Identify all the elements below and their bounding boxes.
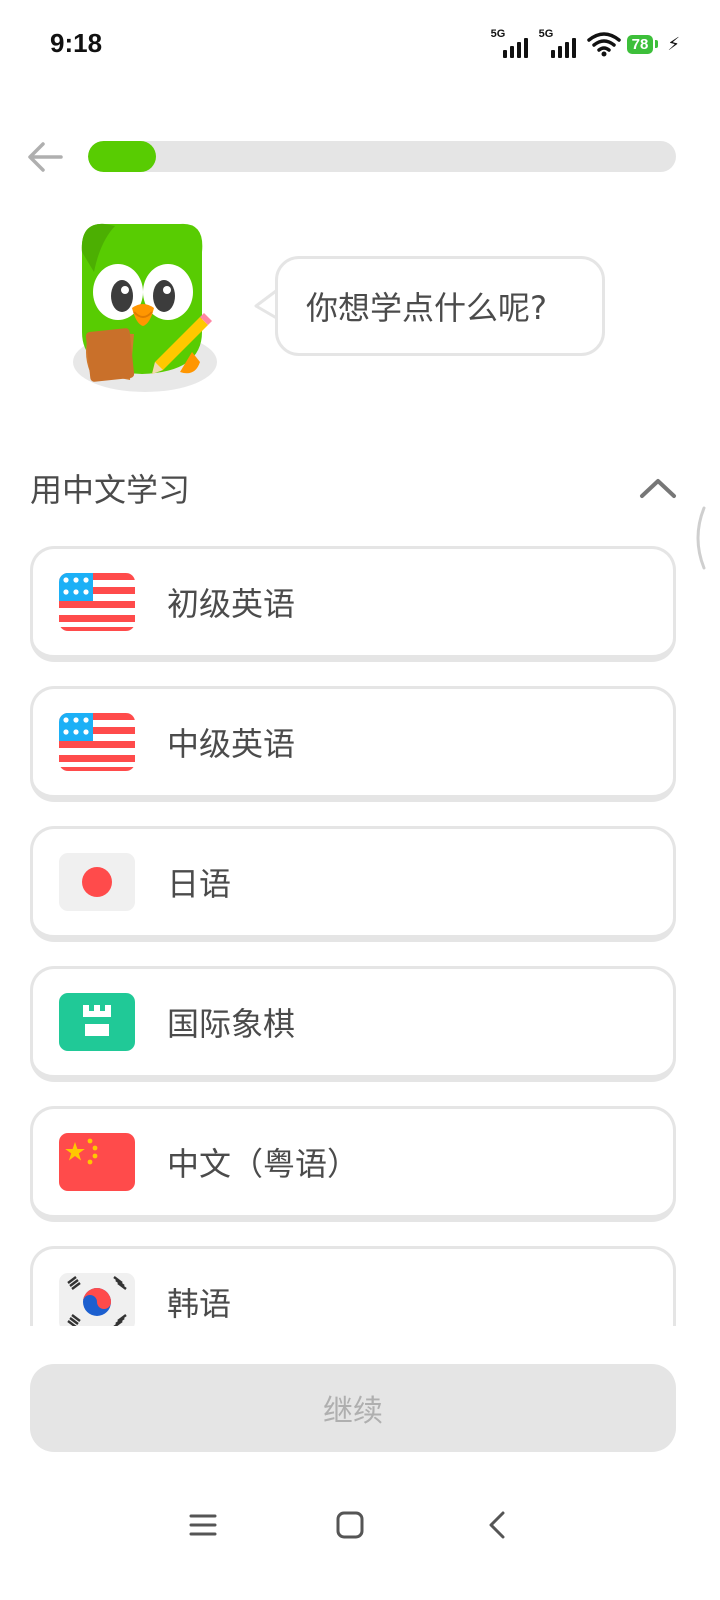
course-label: 韩语 — [167, 1285, 232, 1323]
back-button[interactable] — [22, 134, 68, 180]
us-flag-icon — [59, 713, 135, 771]
japan-flag-icon — [59, 853, 135, 911]
course-option-japanese[interactable]: 日语 — [30, 826, 676, 942]
owl-mascot-illustration — [73, 223, 217, 392]
progress-bar — [88, 141, 676, 172]
course-list: 初级英语 中级英语 日语 国际象棋 中文（粤语） 韩语 — [30, 546, 678, 1326]
back-nav-icon[interactable] — [472, 1500, 522, 1550]
course-label: 中文（粤语） — [167, 1145, 360, 1183]
speech-text: 你想学点什么呢? — [306, 289, 547, 327]
continue-label: 继续 — [323, 1394, 383, 1429]
course-option-cantonese[interactable]: 中文（粤语） — [30, 1106, 676, 1222]
chevron-up-icon[interactable] — [636, 466, 680, 510]
progress-fill — [88, 141, 156, 172]
course-option-intermediate-english[interactable]: 中级英语 — [30, 686, 676, 802]
korea-flag-icon — [59, 1273, 135, 1326]
language-select-screen: 9:18 5G 5G 78 ⚡ 你想学点什么呢? 用中文学习 初级英语 中级英语… — [0, 0, 720, 1600]
edge-swipe-handle[interactable] — [690, 506, 706, 570]
arrow-left-icon — [28, 142, 63, 172]
status-bar: 9:18 5G 5G 78 ⚡ — [0, 0, 720, 92]
course-option-beginner-english[interactable]: 初级英语 — [30, 546, 676, 662]
us-flag-icon — [59, 573, 135, 631]
menu-icon[interactable] — [178, 1500, 228, 1550]
status-time: 9:18 — [50, 28, 103, 58]
course-label: 初级英语 — [167, 585, 296, 623]
home-icon[interactable] — [325, 1500, 375, 1550]
course-option-korean[interactable]: 韩语 — [30, 1246, 676, 1326]
china-flag-icon — [59, 1133, 135, 1191]
status-icons: 5G 5G 78 ⚡ — [491, 28, 680, 58]
course-label: 日语 — [167, 865, 232, 903]
course-label: 国际象棋 — [167, 1005, 296, 1043]
cellular-signal-icon: 5G — [491, 28, 533, 58]
battery-icon: 78 — [626, 34, 659, 54]
section-header[interactable]: 用中文学习 — [30, 460, 680, 516]
speech-bubble: 你想学点什么呢? — [275, 256, 605, 356]
course-label: 中级英语 — [167, 725, 296, 763]
course-option-chess[interactable]: 国际象棋 — [30, 966, 676, 1082]
section-title: 用中文学习 — [30, 471, 191, 509]
system-navigation-bar — [0, 1480, 720, 1570]
wifi-icon — [586, 32, 621, 57]
charging-icon: ⚡ — [667, 33, 680, 55]
cellular-signal-icon: 5G — [539, 28, 581, 58]
chess-rook-icon — [59, 993, 135, 1051]
continue-button[interactable]: 继续 — [30, 1364, 676, 1452]
